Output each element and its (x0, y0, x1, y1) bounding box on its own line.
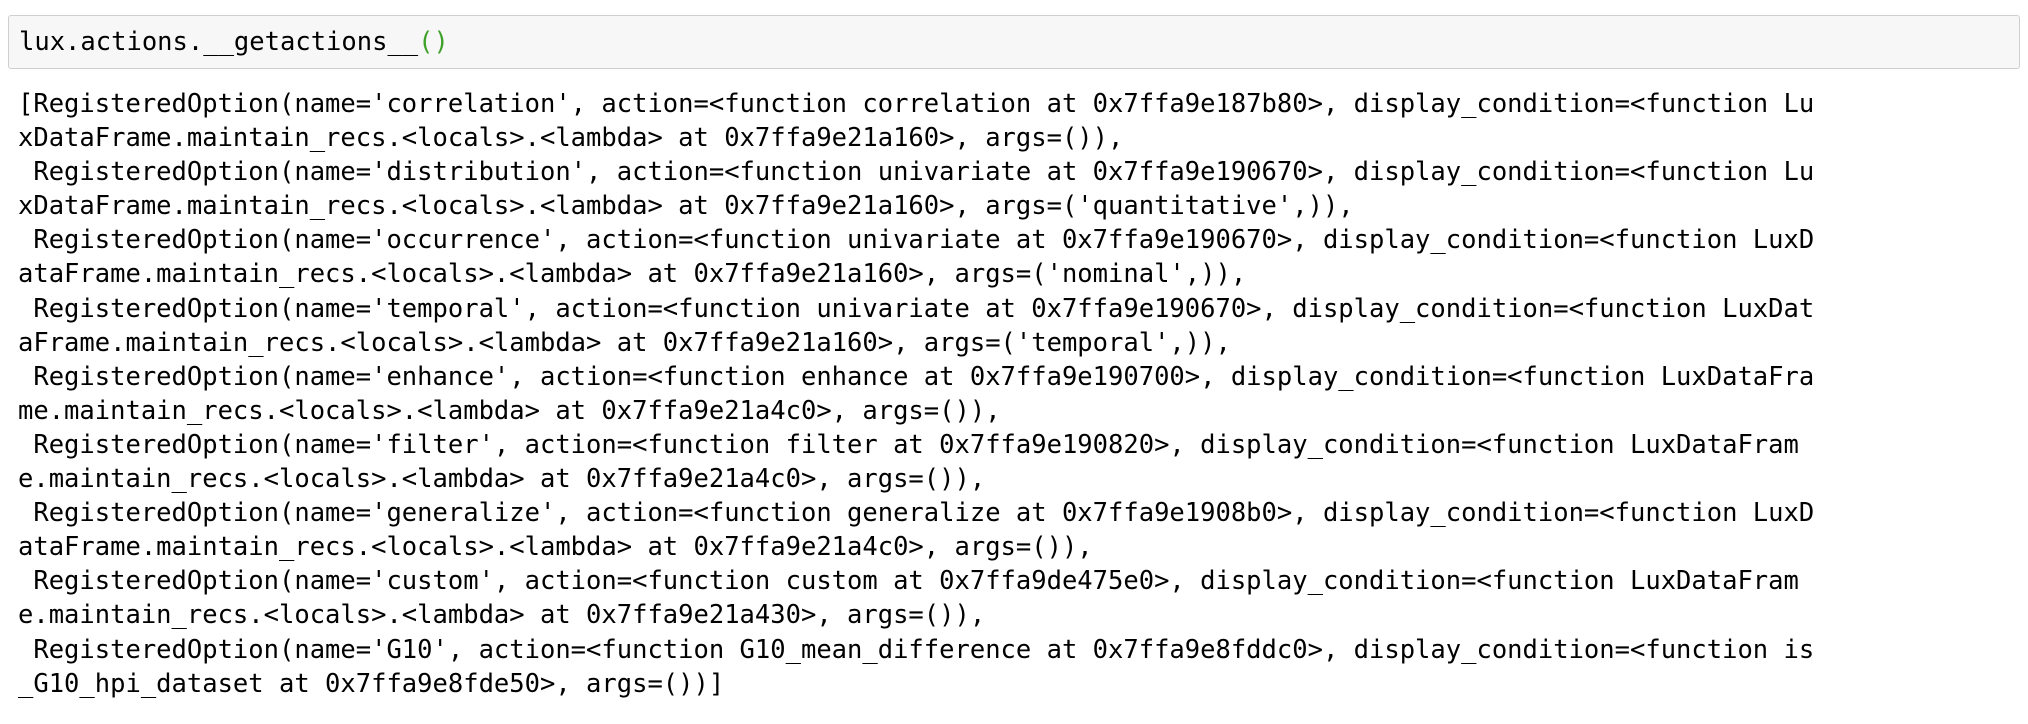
output-area: [RegisteredOption(name='correlation', ac… (18, 87, 1814, 701)
output-line: ataFrame.maintain_recs.<locals>.<lambda>… (18, 532, 1093, 563)
output-line: _G10_hpi_dataset at 0x7ffa9e8fde50>, arg… (18, 668, 725, 699)
output-line: e.maintain_recs.<locals>.<lambda> at 0x7… (18, 464, 986, 495)
output-line: RegisteredOption(name='filter', action=<… (18, 429, 1799, 460)
code-text: lux.actions.__getactions__ (19, 27, 419, 57)
output-line: [RegisteredOption(name='correlation', ac… (18, 89, 1815, 119)
output-line: e.maintain_recs.<locals>.<lambda> at 0x7… (18, 600, 986, 631)
output-line: RegisteredOption(name='temporal', action… (18, 293, 1815, 324)
output-line: xDataFrame.maintain_recs.<locals>.<lambd… (18, 123, 1124, 154)
output-line: RegisteredOption(name='occurrence', acti… (18, 225, 1815, 256)
output-line: RegisteredOption(name='distribution', ac… (18, 157, 1815, 188)
output-line: RegisteredOption(name='generalize', acti… (18, 498, 1815, 529)
output-line: xDataFrame.maintain_recs.<locals>.<lambd… (18, 191, 1354, 222)
output-line: RegisteredOption(name='enhance', action=… (18, 361, 1815, 392)
output-line: aFrame.maintain_recs.<locals>.<lambda> a… (18, 327, 1231, 358)
output-line: ataFrame.maintain_recs.<locals>.<lambda>… (18, 259, 1247, 290)
output-line: RegisteredOption(name='G10', action=<fun… (18, 634, 1815, 665)
code-input-cell[interactable]: lux.actions.__getactions__() (8, 15, 2020, 69)
code-parens: () (418, 27, 449, 57)
code-line: lux.actions.__getactions__() (19, 27, 449, 57)
output-line: RegisteredOption(name='custom', action=<… (18, 566, 1799, 597)
output-line: me.maintain_recs.<locals>.<lambda> at 0x… (18, 395, 1001, 426)
